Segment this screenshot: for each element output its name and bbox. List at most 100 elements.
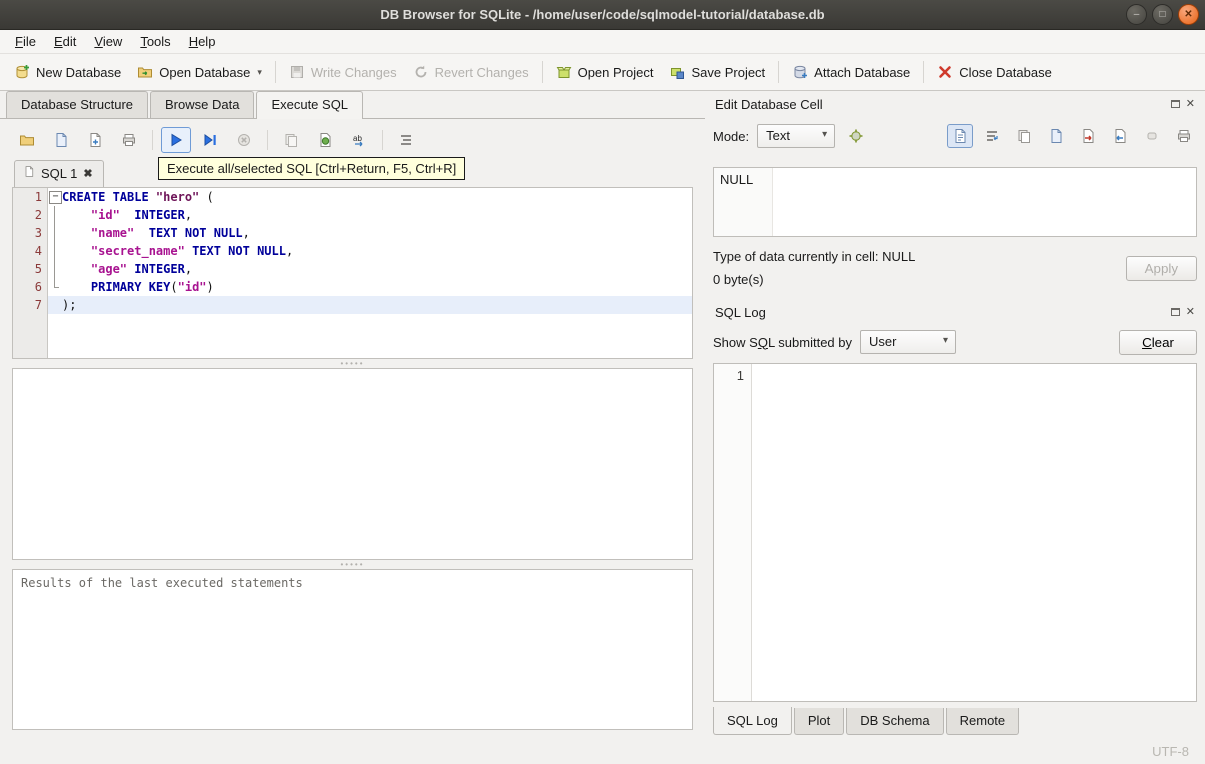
dock-close-icon[interactable]: ✕ <box>1186 306 1195 318</box>
import-cell-icon[interactable] <box>1107 124 1133 148</box>
open-project-icon <box>556 64 572 80</box>
tab-execute-sql[interactable]: Execute SQL <box>256 91 364 119</box>
dock-tab-remote[interactable]: Remote <box>945 708 1020 735</box>
toolbar-separator <box>267 130 268 150</box>
new-database-button[interactable]: New Database <box>6 59 129 85</box>
sql-editor[interactable]: 1CREATE TABLE "hero" (2 "id" INTEGER,3 "… <box>12 187 693 359</box>
menu-edit[interactable]: Edit <box>45 31 85 52</box>
results-placeholder: Results of the last executed statements <box>21 576 303 590</box>
find-replace-icon[interactable]: ab <box>344 127 374 153</box>
sql-log-dock-header: SQL Log ✕ <box>713 301 1197 323</box>
revert-changes-icon <box>413 64 429 80</box>
clear-log-button[interactable]: Clear <box>1119 329 1197 355</box>
menubar: File Edit View Tools Help <box>0 30 1205 54</box>
close-database-button[interactable]: Close Database <box>929 59 1060 85</box>
print-cell-icon[interactable] <box>1171 124 1197 148</box>
window-title: DB Browser for SQLite - /home/user/code/… <box>380 7 825 22</box>
document-tabs: Database Structure Browse Data Execute S… <box>0 91 705 119</box>
dock-tab-db-schema[interactable]: DB Schema <box>846 708 944 735</box>
maximize-button[interactable]: □ <box>1152 4 1173 25</box>
menu-view[interactable]: View <box>85 31 131 52</box>
apply-button[interactable]: Apply <box>1125 255 1197 281</box>
statusbar: UTF-8 <box>0 738 1205 764</box>
word-wrap-icon[interactable] <box>979 124 1005 148</box>
attach-database-icon <box>792 64 808 80</box>
cell-info-row: Type of data currently in cell: NULL 0 b… <box>713 249 1197 287</box>
splitter-handle[interactable]: ••••• <box>12 359 693 368</box>
import-data-icon[interactable] <box>843 124 869 148</box>
sql-log-filter-label: Show SQL submitted by <box>713 334 852 350</box>
cell-size-info: 0 byte(s) <box>713 272 764 287</box>
menu-file[interactable]: File <box>6 31 45 52</box>
write-changes-icon <box>289 64 305 80</box>
execute-line-icon[interactable] <box>195 127 225 153</box>
toolbar-separator <box>152 130 153 150</box>
edit-cell-dock-header: Edit Database Cell ✕ <box>713 93 1197 115</box>
dock-tab-bar: SQL Log Plot DB Schema Remote <box>713 707 1197 738</box>
toolbar-separator <box>382 130 383 150</box>
splitter-handle[interactable]: ••••• <box>12 560 693 569</box>
toolbar-separator <box>274 61 276 83</box>
mode-select[interactable]: Text <box>757 124 836 148</box>
save-project-icon <box>669 64 685 80</box>
execute-tooltip: Execute all/selected SQL [Ctrl+Return, F… <box>158 157 466 180</box>
results-message-pane[interactable]: Results of the last executed statements <box>12 569 693 730</box>
sql-log-title: SQL Log <box>715 304 766 320</box>
export-results-icon[interactable] <box>310 127 340 153</box>
code-lines: 1CREATE TABLE "hero" (2 "id" INTEGER,3 "… <box>13 188 692 314</box>
dock-close-icon[interactable]: ✕ <box>1186 98 1195 110</box>
set-null-icon[interactable] <box>1139 124 1165 148</box>
print-sql-icon[interactable] <box>114 127 144 153</box>
execute-sql-toolbar: ab <box>12 123 693 157</box>
titlebar: DB Browser for SQLite - /home/user/code/… <box>0 0 1205 30</box>
right-pane: Edit Database Cell ✕ Mode: Text ▾ NULL T… <box>705 91 1205 738</box>
save-sql-as-icon[interactable] <box>80 127 110 153</box>
sql-1-tab[interactable]: SQL 1 ✖ <box>14 160 104 187</box>
save-project-button[interactable]: Save Project <box>661 59 773 85</box>
menu-help[interactable]: Help <box>180 31 225 52</box>
open-database-dropdown-icon[interactable]: ▾ <box>257 67 262 78</box>
dock-tab-sql-log[interactable]: SQL Log <box>713 707 792 735</box>
new-database-icon <box>14 64 30 80</box>
copy-results-icon[interactable] <box>276 127 306 153</box>
revert-changes-button[interactable]: Revert Changes <box>405 59 537 85</box>
toolbar-separator <box>778 61 780 83</box>
stop-execution-icon[interactable] <box>229 127 259 153</box>
close-database-icon <box>937 64 953 80</box>
cell-type-info: Type of data currently in cell: NULL <box>713 249 916 264</box>
save-sql-file-icon[interactable] <box>46 127 76 153</box>
edit-cell-title: Edit Database Cell <box>715 96 823 112</box>
attach-database-button[interactable]: Attach Database <box>784 59 918 85</box>
execute-all-icon[interactable] <box>161 127 191 153</box>
open-database-button[interactable]: Open Database ▾ <box>129 59 270 85</box>
dock-float-icon[interactable] <box>1170 100 1180 108</box>
edit-cell-toolbar: Mode: Text <box>713 121 1197 151</box>
dock-tab-plot[interactable]: Plot <box>793 708 845 735</box>
open-database-icon <box>137 64 153 80</box>
open-sql-file-icon[interactable] <box>12 127 42 153</box>
encoding-indicator[interactable]: UTF-8 <box>1152 744 1189 759</box>
results-grid[interactable] <box>12 368 693 560</box>
cell-editor[interactable]: NULL <box>713 167 1197 237</box>
open-project-button[interactable]: Open Project <box>548 59 662 85</box>
paste-cell-icon[interactable] <box>1043 124 1069 148</box>
toolbar-separator <box>923 61 925 83</box>
export-cell-icon[interactable] <box>1075 124 1101 148</box>
format-sql-icon[interactable] <box>391 127 421 153</box>
text-view-icon[interactable] <box>947 124 973 148</box>
close-button[interactable]: ✕ <box>1178 4 1199 25</box>
sql-1-tab-label: SQL 1 <box>41 165 78 181</box>
left-pane: Database Structure Browse Data Execute S… <box>0 91 705 738</box>
dock-float-icon[interactable] <box>1170 308 1180 316</box>
minimize-button[interactable]: ‒ <box>1126 4 1147 25</box>
write-changes-button[interactable]: Write Changes <box>281 59 405 85</box>
sql-1-tab-close-icon[interactable]: ✖ <box>83 167 92 180</box>
mode-label: Mode: <box>713 128 750 144</box>
sql-log-area[interactable]: 1 <box>713 363 1197 702</box>
sql-log-filter-select[interactable]: User <box>860 330 956 354</box>
menu-tools[interactable]: Tools <box>131 31 179 52</box>
sql-log-filter-value: User <box>869 334 897 349</box>
tab-browse-data[interactable]: Browse Data <box>150 91 255 118</box>
tab-database-structure[interactable]: Database Structure <box>6 91 149 118</box>
copy-cell-icon[interactable] <box>1011 124 1037 148</box>
